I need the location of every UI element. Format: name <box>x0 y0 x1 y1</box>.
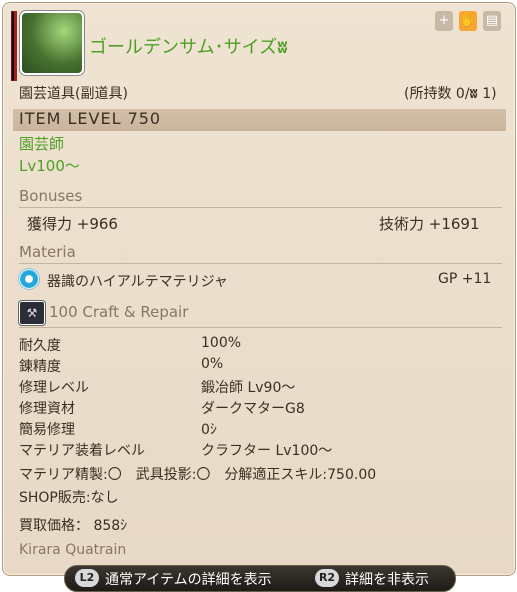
materia-heading: Materia <box>19 243 76 261</box>
item-icon-box <box>11 11 84 81</box>
repair-row-value: 0% <box>201 356 224 372</box>
job-name: 園芸師 <box>19 135 65 153</box>
materia-icon <box>19 269 39 289</box>
item-name: ゴールデンサム･サイズʬ <box>89 37 288 58</box>
materia-meld-info: マテリア精製:〇 武具投影:〇 分解適正スキル:750.00 <box>19 467 377 483</box>
repair-row-label: 錬精度 <box>19 359 61 375</box>
market-icon[interactable]: ▤ <box>483 11 501 31</box>
item-icon <box>20 11 84 75</box>
bonus-gathering: 獲得力 +966 <box>27 215 118 233</box>
repair-row-label: 修理資材 <box>19 401 75 417</box>
job-level: Lv100～ <box>19 157 80 175</box>
repair-row-label: 簡易修理 <box>19 422 75 438</box>
divider <box>19 327 502 328</box>
anvil-icon: ⚒ <box>19 301 45 325</box>
divider <box>19 207 502 208</box>
item-tooltip: ゴールデンサム･サイズʬ + ✋ ▤ 園芸道具(副道具) (所持数 0/ʬ 1)… <box>2 2 516 576</box>
r2-button-icon: R2 <box>315 569 339 587</box>
plus-icon[interactable]: + <box>435 11 453 31</box>
owned-count: (所持数 0/ʬ 1) <box>404 86 497 102</box>
repair-row-label: 耐久度 <box>19 338 61 354</box>
sell-price: 買取価格： 858ｼ <box>19 518 128 534</box>
equip-bar-red <box>14 11 17 81</box>
crafter-name: Kirara Quatrain <box>19 542 127 558</box>
repair-row-value: 0ｼ <box>201 422 217 438</box>
l2-button-icon: L2 <box>75 569 99 587</box>
repair-row-value: 100% <box>201 335 242 351</box>
repair-row-value: ダークマターG8 <box>201 401 305 417</box>
hand-icon[interactable]: ✋ <box>459 11 477 31</box>
item-level: ITEM LEVEL 750 <box>19 109 162 128</box>
bonus-craftsmanship: 技術力 +1691 <box>379 215 480 233</box>
divider <box>19 263 502 264</box>
repair-row-value: 鍛冶師 Lv90～ <box>201 380 296 396</box>
materia-value: GP +11 <box>438 271 492 287</box>
item-category: 園芸道具(副道具) <box>19 86 128 102</box>
repair-row-label: 修理レベル <box>19 380 89 396</box>
controller-hint-bar: L2 通常アイテムの詳細を表示 R2 詳細を非表示 <box>64 565 456 592</box>
show-normal-detail-button[interactable]: 通常アイテムの詳細を表示 <box>105 569 272 589</box>
hide-detail-button[interactable]: 詳細を非表示 <box>345 569 429 589</box>
repair-row-label: マテリア装着レベル <box>19 443 145 459</box>
materia-name: 器識のハイアルテマテリジャ <box>47 274 228 290</box>
repair-heading: 100 Craft & Repair <box>49 303 189 321</box>
bonuses-heading: Bonuses <box>19 187 83 205</box>
shop-sale: SHOP販売:なし <box>19 490 119 506</box>
repair-row-value: クラフター Lv100～ <box>201 443 333 459</box>
